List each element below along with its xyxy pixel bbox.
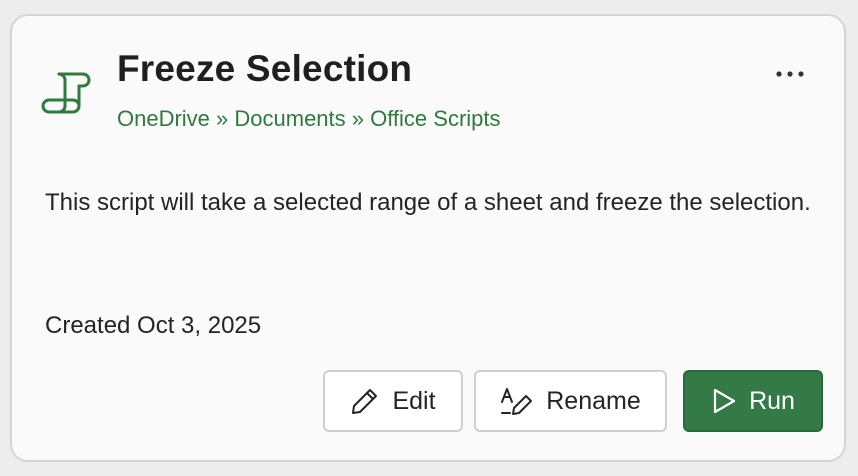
- pencil-icon: [350, 386, 380, 416]
- edit-button-label: Edit: [392, 386, 436, 415]
- run-button[interactable]: Run: [683, 370, 823, 432]
- script-card: Freeze Selection OneDrive » Documents » …: [10, 14, 846, 462]
- script-description: This script will take a selected range o…: [45, 189, 811, 216]
- more-options-button[interactable]: [768, 56, 812, 92]
- rename-button[interactable]: Rename: [474, 370, 667, 432]
- play-icon: [711, 387, 737, 415]
- rename-button-label: Rename: [546, 386, 641, 415]
- script-scroll-icon: [39, 66, 95, 122]
- created-date: Created Oct 3, 2025: [45, 312, 262, 339]
- breadcrumb[interactable]: OneDrive » Documents » Office Scripts: [117, 106, 501, 132]
- edit-button[interactable]: Edit: [323, 370, 463, 432]
- more-horizontal-icon: [775, 65, 805, 83]
- script-title: Freeze Selection: [117, 48, 413, 89]
- run-button-label: Run: [749, 386, 795, 415]
- rename-text-icon: [500, 386, 534, 416]
